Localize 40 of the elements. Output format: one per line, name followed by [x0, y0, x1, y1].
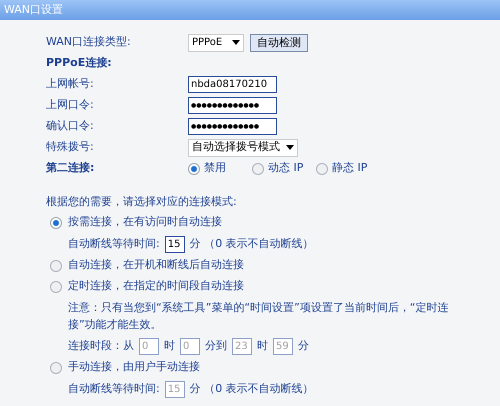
field-label: WAN口连接类型:	[46, 34, 132, 50]
field-label: 第二连接:	[46, 160, 96, 176]
radio-button[interactable]	[252, 162, 264, 174]
field-label: 上网帐号:	[46, 76, 95, 92]
radio-label: 动态 IP	[268, 160, 304, 176]
number-field[interactable]: 15	[164, 236, 185, 252]
field-label: 自动断线等待时间:	[68, 380, 160, 397]
field-label: 分 （0 表示不自动断线）	[190, 380, 314, 397]
radio-label: 按需连接，在有访问时自动连接	[68, 214, 222, 230]
field-label: 分	[298, 338, 309, 354]
radio-button[interactable]	[50, 280, 62, 292]
field-label: 自动断线等待时间:	[68, 236, 160, 252]
radio-button[interactable]	[50, 260, 62, 272]
field-label: 分 （0 表示不自动断线）	[190, 236, 314, 252]
radio-label: 手动连接，由用户手动连接	[68, 359, 200, 376]
radio-button[interactable]	[50, 362, 62, 374]
radio-label: 定时连接，在指定的时间段自动连接	[68, 278, 244, 294]
dial-mode-dropdown[interactable]: 自动选择拨号模式	[188, 138, 298, 156]
field-label: 确认口令:	[46, 118, 95, 134]
caret-icon	[286, 145, 294, 150]
window-title: WAN口设置	[0, 0, 500, 20]
field-label: 分到	[205, 338, 227, 354]
section-heading: PPPoE连接:	[46, 55, 112, 72]
instruction-text: 根据您的需要，请选择对应的连接模式:	[46, 194, 237, 210]
radio-label: 静态 IP	[332, 160, 368, 176]
radio-label: 禁用	[204, 160, 226, 176]
field-label: 连接时段：从	[68, 338, 134, 354]
field-label: 时	[164, 338, 175, 354]
field-label: 时	[257, 338, 268, 354]
radio-button[interactable]	[50, 216, 62, 228]
note-text: 注意：只有当您到“系统工具”菜单的“时间设置”项设置了当前时间后，“定时连接”功能才能生效。	[68, 300, 450, 333]
account-field[interactable]: nbda08170210	[188, 76, 277, 93]
caret-icon	[232, 40, 240, 45]
connection-type-dropdown[interactable]: PPPoE	[188, 34, 244, 52]
field-label: 上网口令:	[46, 97, 95, 114]
field-label: 特殊拨号:	[46, 139, 95, 156]
auto-detect-button[interactable]: 自动检测	[250, 34, 308, 52]
radio-button[interactable]	[188, 162, 200, 174]
radio-button[interactable]	[316, 162, 328, 174]
radio-label: 自动连接，在开机和断线后自动连接	[68, 257, 244, 274]
